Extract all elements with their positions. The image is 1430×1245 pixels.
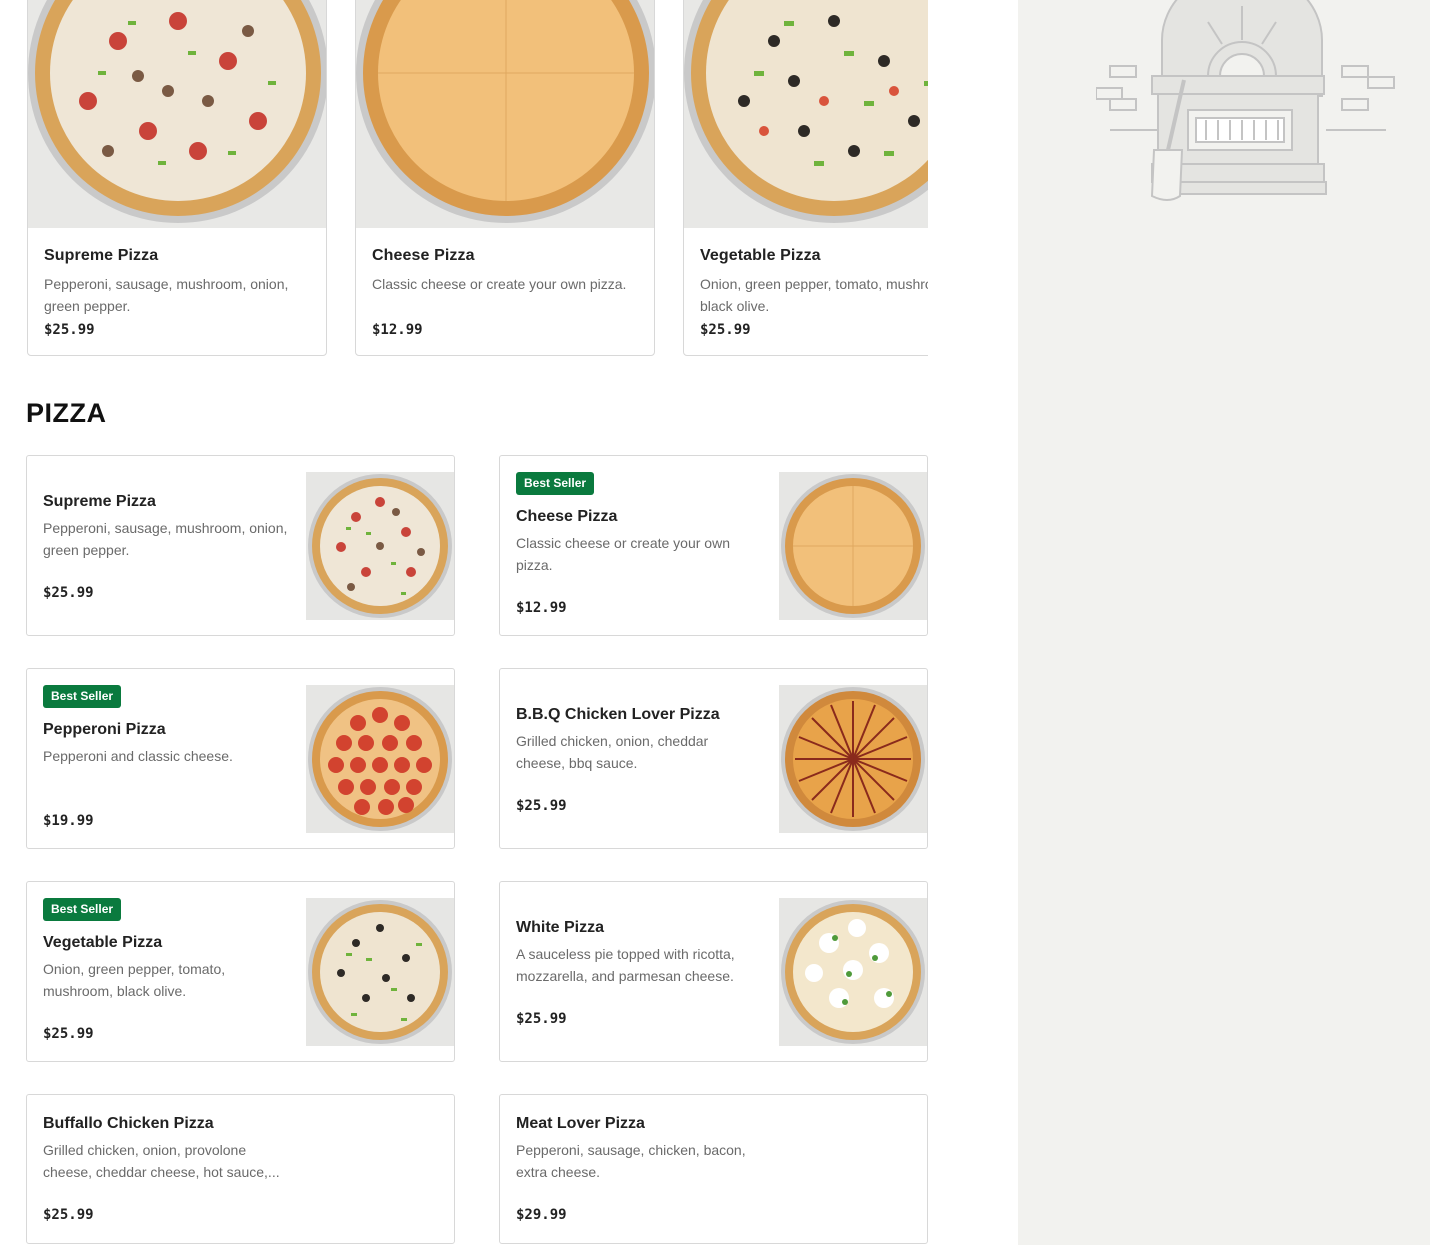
pizza-photo [684, 0, 928, 228]
featured-name: Cheese Pizza [372, 247, 475, 264]
featured-card[interactable]: Cheese Pizza Classic cheese or create yo… [355, 0, 655, 356]
pizza-oven-icon [1095, 0, 1396, 215]
menu-item-price: $25.99 [516, 1011, 567, 1027]
menu-item-name: White Pizza [516, 919, 605, 936]
best-seller-badge: Best Seller [43, 898, 122, 921]
featured-carousel: Supreme Pizza Pepperoni, sausage, mushro… [26, 0, 928, 360]
featured-description: Pepperoni, sausage, mushroom, onion, gre… [44, 276, 289, 314]
featured-card[interactable]: Vegetable Pizza Onion, green pepper, tom… [683, 0, 928, 356]
menu-item-card[interactable]: B.B.Q Chicken Lover Pizza Grilled chicke… [499, 668, 928, 849]
featured-description: Onion, green pepper, tomato, mushroom, b… [700, 276, 928, 314]
featured-price: $12.99 [372, 322, 423, 338]
pizza-photo [779, 472, 927, 620]
menu-main: Supreme Pizza Pepperoni, sausage, mushro… [0, 0, 1018, 1245]
menu-item-card[interactable]: White Pizza A sauceless pie topped with … [499, 881, 928, 1062]
menu-item-price: $19.99 [43, 813, 94, 829]
featured-price: $25.99 [700, 322, 751, 338]
pizza-photo [779, 685, 927, 833]
menu-item-name: Supreme Pizza [43, 493, 156, 510]
menu-item-price: $25.99 [43, 1026, 94, 1042]
menu-item-description: Pepperoni and classic cheese. [43, 748, 233, 764]
pizza-photo [306, 472, 454, 620]
sidebar-panel [1018, 0, 1430, 1245]
featured-price: $25.99 [44, 322, 95, 338]
pizza-photo [306, 685, 454, 833]
menu-item-card[interactable]: Supreme Pizza Pepperoni, sausage, mushro… [26, 455, 455, 636]
menu-item-name: B.B.Q Chicken Lover Pizza [516, 706, 720, 723]
pizza-photo [356, 0, 654, 228]
featured-card[interactable]: Supreme Pizza Pepperoni, sausage, mushro… [27, 0, 327, 356]
menu-item-description: Onion, green pepper, tomato, mushroom, b… [43, 961, 226, 999]
menu-item-price: $25.99 [43, 1207, 94, 1223]
menu-item-description: Pepperoni, sausage, mushroom, onion, gre… [43, 520, 288, 558]
menu-item-price: $25.99 [516, 798, 567, 814]
menu-item-name: Buffallo Chicken Pizza [43, 1115, 214, 1132]
menu-item-card[interactable]: Best Seller Cheese Pizza Classic cheese … [499, 455, 928, 636]
pizza-photo [306, 898, 454, 1046]
pizza-photo [28, 0, 326, 228]
menu-item-card[interactable]: Best Seller Vegetable Pizza Onion, green… [26, 881, 455, 1062]
menu-item-description: Grilled chicken, onion, cheddar cheese, … [516, 733, 709, 771]
menu-item-card[interactable]: Best Seller Pepperoni Pizza Pepperoni an… [26, 668, 455, 849]
menu-item-name: Cheese Pizza [516, 508, 618, 525]
menu-item-price: $29.99 [516, 1207, 567, 1223]
menu-item-price: $25.99 [43, 585, 94, 601]
menu-item-name: Vegetable Pizza [43, 934, 163, 951]
menu-item-price: $12.99 [516, 600, 567, 616]
menu-item-name: Pepperoni Pizza [43, 721, 166, 738]
featured-name: Supreme Pizza [44, 247, 159, 264]
best-seller-badge: Best Seller [43, 685, 122, 708]
menu-item-card[interactable]: Buffallo Chicken Pizza Grilled chicken, … [26, 1094, 455, 1244]
menu-item-description: Pepperoni, sausage, chicken, bacon, extr… [516, 1142, 746, 1180]
menu-item-name: Meat Lover Pizza [516, 1115, 645, 1132]
pizza-photo [779, 898, 927, 1046]
menu-item-description: A sauceless pie topped with ricotta, moz… [516, 946, 735, 984]
section-title: PIZZA [26, 398, 107, 428]
best-seller-badge: Best Seller [516, 472, 595, 495]
featured-description: Classic cheese or create your own pizza. [372, 276, 627, 292]
menu-item-card[interactable]: Meat Lover Pizza Pepperoni, sausage, chi… [499, 1094, 928, 1244]
menu-item-description: Grilled chicken, onion, provolone cheese… [43, 1142, 280, 1180]
menu-item-description: Classic cheese or create your own pizza. [516, 535, 730, 573]
featured-name: Vegetable Pizza [700, 247, 821, 264]
